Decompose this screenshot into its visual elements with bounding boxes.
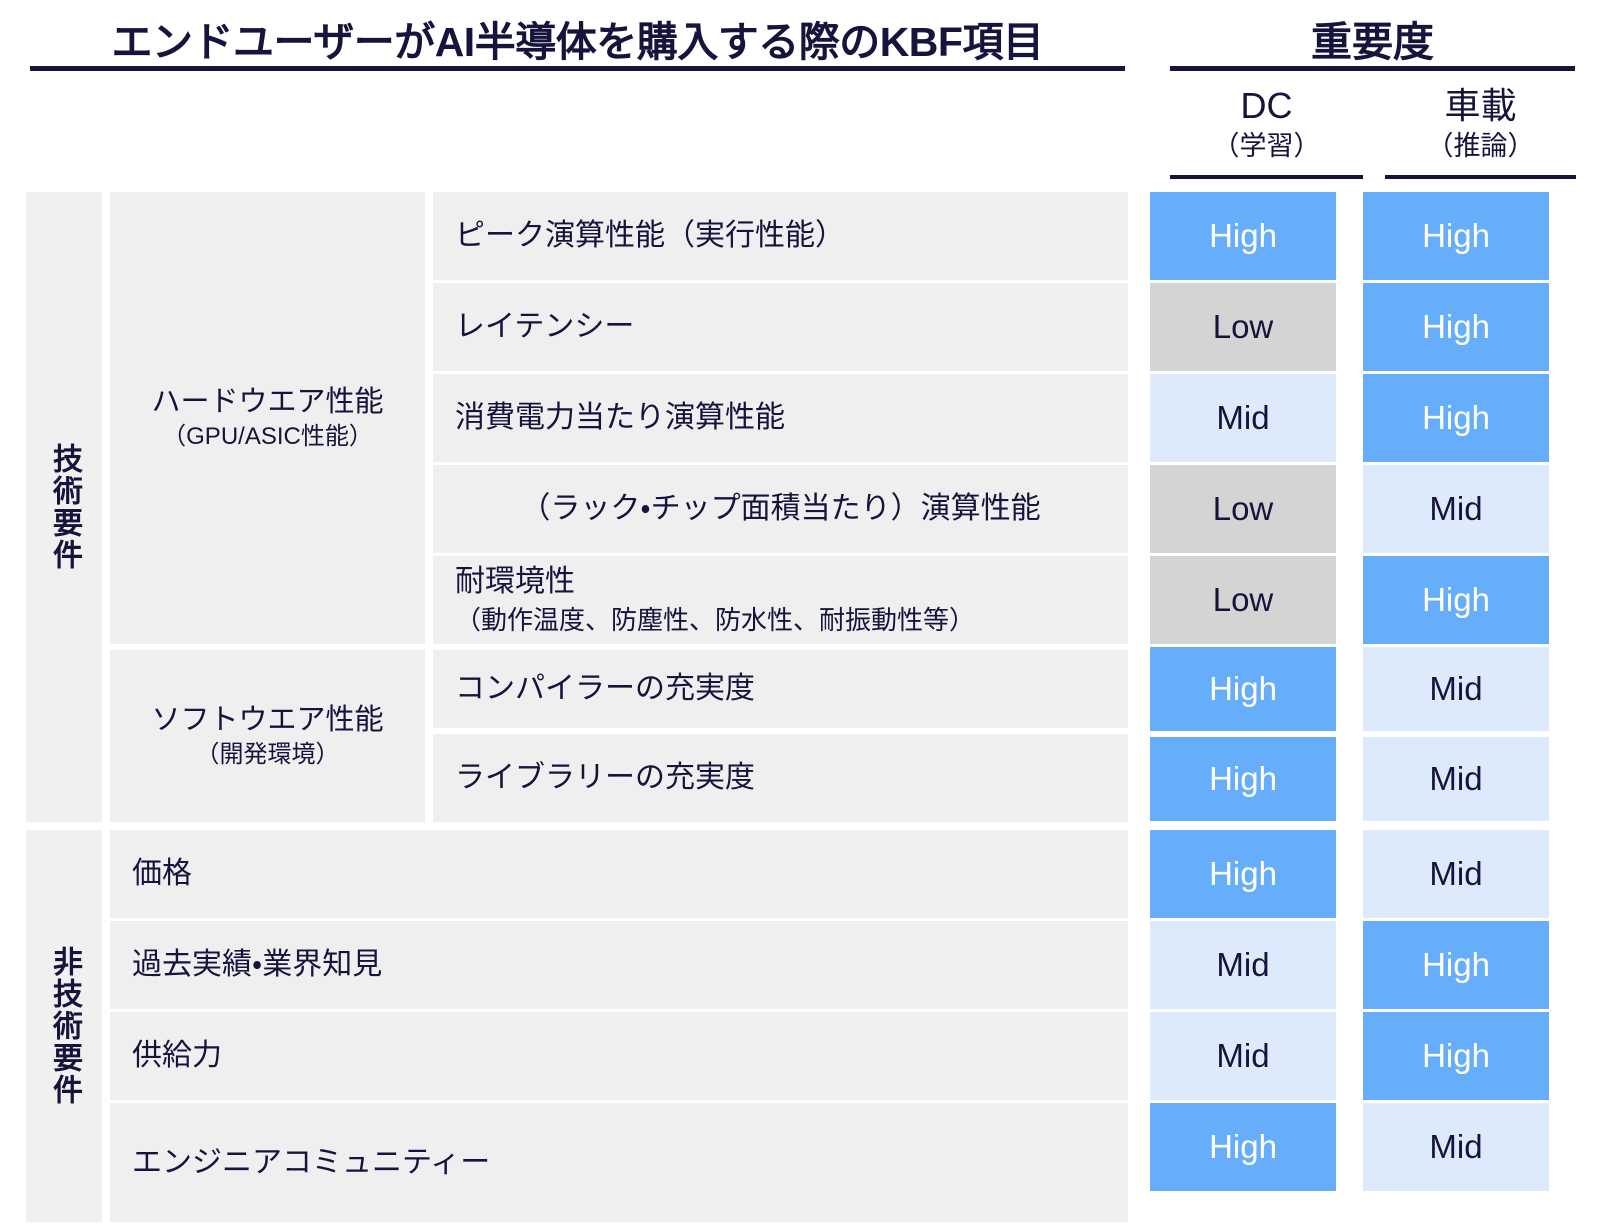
- rating-cell-dc: High: [1150, 830, 1336, 918]
- rating-value: Mid: [1429, 760, 1483, 797]
- rating-cell-automotive: Mid: [1363, 737, 1549, 821]
- item-label: レイテンシー: [455, 310, 635, 343]
- page-title-rule: [30, 66, 1125, 71]
- rating-cell-automotive: High: [1363, 921, 1549, 1009]
- rating-cell-dc: High: [1150, 1103, 1336, 1191]
- column-header-automotive-rule: [1385, 175, 1576, 179]
- table-row: 供給力: [110, 1012, 1128, 1100]
- rating-cell-automotive: Mid: [1363, 1103, 1549, 1191]
- rating-value: Mid: [1429, 670, 1483, 707]
- group-label-software-main: ソフトウエア性能: [151, 704, 384, 736]
- rating-value: High: [1209, 670, 1277, 707]
- group-label-software-sub: （開発環境）: [195, 741, 340, 768]
- category-label-technical: 技術要件: [26, 192, 102, 822]
- column-header-automotive-sub: （推論）: [1426, 131, 1535, 161]
- rating-cell-dc: Mid: [1150, 374, 1336, 462]
- table-row: ピーク演算性能（実行性能）: [433, 192, 1128, 280]
- rating-value: High: [1422, 217, 1490, 254]
- rating-value: Mid: [1429, 855, 1483, 892]
- group-label-hardware: ハードウエア性能 （GPU/ASIC性能）: [110, 192, 425, 644]
- rating-value: Mid: [1429, 490, 1483, 527]
- rating-cell-dc: High: [1150, 737, 1336, 821]
- rating-value: High: [1422, 946, 1490, 983]
- category-label-technical-text: 技術要件: [48, 443, 81, 571]
- column-header-dc-rule: [1170, 175, 1363, 179]
- rating-value: High: [1422, 1037, 1490, 1074]
- rating-cell-dc: High: [1150, 192, 1336, 280]
- column-header-dc-name: DC: [1240, 85, 1293, 126]
- table-row: ライブラリーの充実度: [433, 734, 1128, 822]
- item-label: ピーク演算性能（実行性能）: [455, 219, 845, 252]
- rating-value: High: [1422, 581, 1490, 618]
- rating-cell-automotive: High: [1363, 192, 1549, 280]
- item-label: エンジニアコミュニティー: [132, 1145, 491, 1179]
- item-label: コンパイラーの充実度: [455, 672, 755, 705]
- rating-cell-automotive: High: [1363, 374, 1549, 462]
- rating-cell-dc: Low: [1150, 283, 1336, 371]
- group-label-software: ソフトウエア性能 （開発環境）: [110, 650, 425, 822]
- item-label: ライブラリーの充実度: [455, 761, 755, 794]
- rating-value: High: [1422, 399, 1490, 436]
- kbf-table-body: 技術要件 非技術要件 ハードウエア性能 （GPU/ASIC性能） ソフトウエア性…: [0, 185, 1600, 1229]
- rating-value: Low: [1212, 308, 1274, 345]
- rating-cell-dc: Mid: [1150, 921, 1336, 1009]
- item-label: 過去実績・業界知見: [132, 948, 383, 981]
- item-sub-label: （動作温度、防塵性、防水性、耐振動性等）: [455, 605, 976, 635]
- table-header: エンドユーザーがAI半導体を購入する際のKBF項目 重要度 DC （学習） 車載…: [0, 0, 1600, 185]
- importance-header-rule: [1170, 66, 1575, 71]
- column-header-automotive: 車載 （推論）: [1385, 84, 1576, 164]
- table-row: 過去実績・業界知見: [110, 921, 1128, 1009]
- rating-cell-automotive: High: [1363, 1012, 1549, 1100]
- rating-value: Low: [1212, 490, 1274, 527]
- item-label: 耐環境性: [455, 565, 575, 598]
- table-row: （ラック・チップ面積当たり）演算性能: [433, 465, 1128, 553]
- table-row: コンパイラーの充実度: [433, 650, 1128, 728]
- item-label: （ラック・チップ面積当たり）演算性能: [520, 492, 1041, 525]
- rating-cell-automotive: Mid: [1363, 647, 1549, 731]
- category-label-non-technical-text: 非技術要件: [48, 946, 81, 1106]
- rating-value: High: [1209, 1128, 1277, 1165]
- table-row: エンジニアコミュニティー: [110, 1103, 1128, 1222]
- rating-cell-automotive: Mid: [1363, 830, 1549, 918]
- page-title: エンドユーザーがAI半導体を購入する際のKBF項目: [111, 19, 1044, 65]
- rating-cell-automotive: Mid: [1363, 465, 1549, 553]
- table-row: 耐環境性 （動作温度、防塵性、防水性、耐振動性等）: [433, 556, 1128, 644]
- column-header-dc: DC （学習）: [1170, 84, 1363, 164]
- rating-value: Low: [1212, 581, 1274, 618]
- rating-value: Mid: [1216, 399, 1270, 436]
- table-row: 価格: [110, 830, 1128, 918]
- rating-value: Mid: [1216, 946, 1270, 983]
- rating-value: Mid: [1429, 1128, 1483, 1165]
- rating-cell-dc: Low: [1150, 556, 1336, 644]
- importance-header-title: 重要度: [1311, 19, 1434, 65]
- item-label: 消費電力当たり演算性能: [455, 401, 785, 434]
- rating-value: High: [1209, 760, 1277, 797]
- rating-cell-automotive: High: [1363, 556, 1549, 644]
- group-label-hardware-sub: （GPU/ASIC性能）: [162, 423, 373, 450]
- column-header-dc-sub: （学習）: [1212, 131, 1321, 161]
- group-label-hardware-main: ハードウエア性能: [151, 386, 384, 418]
- rating-value: High: [1209, 855, 1277, 892]
- category-label-non-technical: 非技術要件: [26, 830, 102, 1222]
- rating-cell-dc: Mid: [1150, 1012, 1336, 1100]
- item-label: 価格: [132, 857, 192, 890]
- rating-cell-dc: High: [1150, 647, 1336, 731]
- column-header-automotive-name: 車載: [1444, 85, 1517, 126]
- item-label: 供給力: [132, 1039, 222, 1072]
- rating-value: High: [1209, 217, 1277, 254]
- rating-value: Mid: [1216, 1037, 1270, 1074]
- rating-cell-automotive: High: [1363, 283, 1549, 371]
- rating-cell-dc: Low: [1150, 465, 1336, 553]
- table-row: レイテンシー: [433, 283, 1128, 371]
- table-row: 消費電力当たり演算性能: [433, 374, 1128, 462]
- rating-value: High: [1422, 308, 1490, 345]
